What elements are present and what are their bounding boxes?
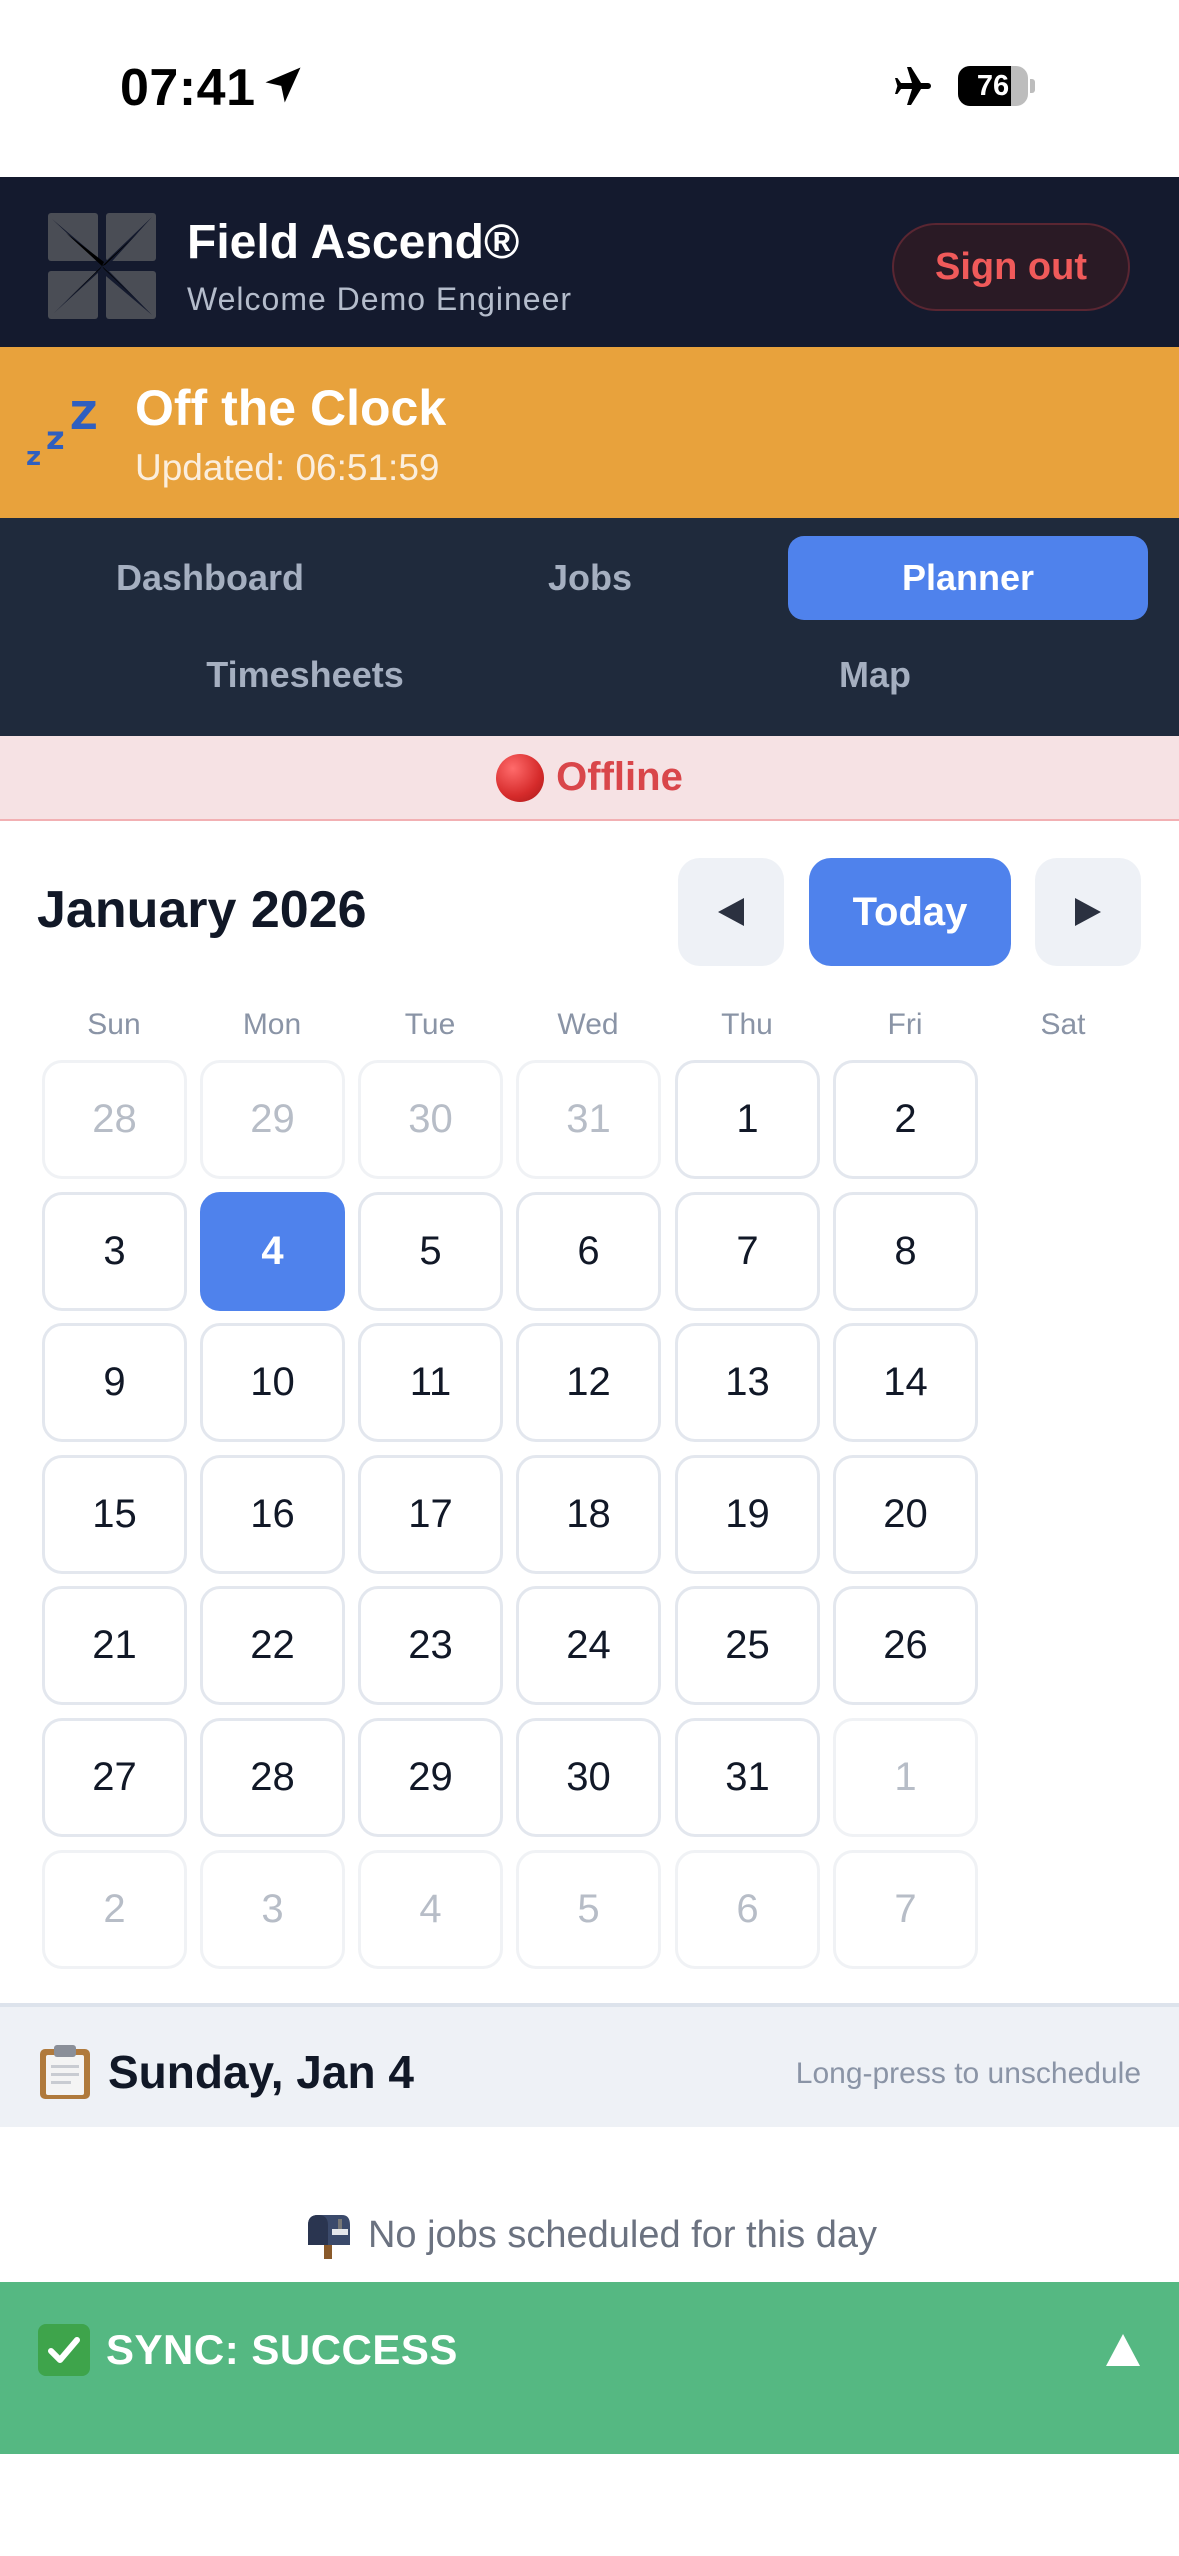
main-navigation: Dashboard Jobs Planner Timesheets Map bbox=[0, 518, 1179, 736]
svg-text:z: z bbox=[46, 419, 65, 457]
sync-status-label: SYNC: SUCCESS bbox=[106, 2326, 458, 2373]
calendar-day[interactable]: 17 bbox=[358, 1455, 503, 1574]
calendar-day[interactable]: 2 bbox=[42, 1850, 187, 1969]
app-logo bbox=[48, 213, 156, 319]
airplane-mode-icon bbox=[895, 67, 931, 105]
battery-indicator: 76 bbox=[958, 66, 1035, 106]
triangle-left-icon bbox=[718, 898, 744, 926]
check-mark-icon bbox=[38, 2324, 90, 2376]
calendar-day[interactable]: 11 bbox=[358, 1323, 503, 1442]
calendar-day[interactable]: 26 bbox=[833, 1586, 978, 1705]
weekday-header: Tue bbox=[404, 1008, 456, 1041]
calendar-day[interactable]: 29 bbox=[200, 1060, 345, 1179]
calendar-day[interactable]: 29 bbox=[358, 1718, 503, 1837]
welcome-message: Welcome Demo Engineer bbox=[187, 281, 573, 317]
clock-status-banner: z z Z Off the Clock Updated: 06:51:59 bbox=[0, 347, 1179, 518]
previous-month-button[interactable] bbox=[678, 858, 784, 966]
app-title: Field Ascend® bbox=[187, 216, 520, 269]
nav-tab-planner[interactable]: Planner bbox=[788, 536, 1148, 620]
calendar-day[interactable]: 2 bbox=[833, 1060, 978, 1179]
calendar-day[interactable]: 7 bbox=[675, 1192, 820, 1311]
clock-status-title: Off the Clock bbox=[135, 380, 447, 436]
expand-up-icon[interactable] bbox=[1104, 2332, 1142, 2368]
next-month-button[interactable] bbox=[1035, 858, 1141, 966]
connection-status-label: Offline bbox=[556, 755, 683, 799]
calendar-day[interactable]: 3 bbox=[42, 1192, 187, 1311]
nav-tab-map[interactable]: Map bbox=[590, 633, 1160, 717]
calendar-day[interactable]: 27 bbox=[42, 1718, 187, 1837]
weekday-header: Thu bbox=[721, 1008, 773, 1041]
calendar-day[interactable]: 28 bbox=[200, 1718, 345, 1837]
calendar-day[interactable]: 12 bbox=[516, 1323, 661, 1442]
nav-tab-timesheets[interactable]: Timesheets bbox=[20, 633, 590, 717]
sleeping-zzz-icon: z z Z bbox=[26, 399, 98, 469]
unschedule-hint: Long-press to unschedule bbox=[795, 2057, 1141, 2090]
calendar-day[interactable]: 24 bbox=[516, 1586, 661, 1705]
calendar-day[interactable]: 22 bbox=[200, 1586, 345, 1705]
calendar-day[interactable]: 5 bbox=[358, 1192, 503, 1311]
calendar-day[interactable]: 13 bbox=[675, 1323, 820, 1442]
weekday-header: Wed bbox=[557, 1008, 619, 1041]
today-button[interactable]: Today bbox=[809, 858, 1011, 966]
battery-level: 76 bbox=[976, 70, 1010, 102]
red-circle-icon bbox=[496, 753, 545, 802]
calendar-day[interactable]: 3 bbox=[200, 1850, 345, 1969]
calendar-day[interactable]: 6 bbox=[516, 1192, 661, 1311]
clock-updated-time: Updated: 06:51:59 bbox=[135, 447, 440, 488]
nav-tab-jobs[interactable]: Jobs bbox=[400, 536, 780, 620]
calendar-day[interactable]: 6 bbox=[675, 1850, 820, 1969]
app-header: Field Ascend® Welcome Demo Engineer Sign… bbox=[0, 177, 1179, 347]
svg-text:Z: Z bbox=[70, 399, 98, 438]
empty-state-message: No jobs scheduled for this day bbox=[367, 2213, 878, 2256]
calendar-day[interactable]: 10 bbox=[200, 1323, 345, 1442]
clipboard-icon bbox=[40, 2045, 90, 2099]
calendar-day[interactable]: 25 bbox=[675, 1586, 820, 1705]
calendar-day[interactable]: 9 bbox=[42, 1323, 187, 1442]
selected-day-header: Sunday, Jan 4 Long-press to unschedule bbox=[0, 2003, 1179, 2127]
calendar-day[interactable]: 7 bbox=[833, 1850, 978, 1969]
calendar-day[interactable]: 18 bbox=[516, 1455, 661, 1574]
calendar-day[interactable]: 19 bbox=[675, 1455, 820, 1574]
nav-tab-dashboard[interactable]: Dashboard bbox=[20, 536, 400, 620]
weekday-header: Fri bbox=[887, 1008, 923, 1041]
calendar-day[interactable]: 28 bbox=[42, 1060, 187, 1179]
calendar-day[interactable]: 1 bbox=[675, 1060, 820, 1179]
calendar-day[interactable]: 20 bbox=[833, 1455, 978, 1574]
triangle-right-icon bbox=[1075, 898, 1101, 926]
calendar-day[interactable]: 23 bbox=[358, 1586, 503, 1705]
calendar-day[interactable]: 31 bbox=[516, 1060, 661, 1179]
calendar-day[interactable]: 15 bbox=[42, 1455, 187, 1574]
empty-state: No jobs scheduled for this day bbox=[0, 2200, 1179, 2270]
calendar-day[interactable]: 31 bbox=[675, 1718, 820, 1837]
status-time: 07:41 bbox=[120, 59, 256, 117]
calendar-day[interactable]: 8 bbox=[833, 1192, 978, 1311]
sync-status-bar[interactable]: SYNC: SUCCESS bbox=[0, 2282, 1179, 2454]
calendar-day[interactable]: 14 bbox=[833, 1323, 978, 1442]
calendar-day-selected[interactable]: 4 bbox=[200, 1192, 345, 1311]
calendar-day[interactable]: 4 bbox=[358, 1850, 503, 1969]
calendar-day[interactable]: 5 bbox=[516, 1850, 661, 1969]
weekday-header: Mon bbox=[242, 1008, 302, 1041]
calendar-month-title: January 2026 bbox=[37, 881, 367, 939]
status-bar: 07:41 76 bbox=[0, 0, 1179, 177]
connection-status-banner: Offline bbox=[0, 736, 1179, 821]
calendar-day[interactable]: 16 bbox=[200, 1455, 345, 1574]
selected-day-title: Sunday, Jan 4 bbox=[108, 2046, 414, 2098]
calendar-day[interactable]: 1 bbox=[833, 1718, 978, 1837]
calendar-day[interactable]: 30 bbox=[358, 1060, 503, 1179]
sign-out-button[interactable]: Sign out bbox=[892, 223, 1130, 311]
location-arrow-icon bbox=[265, 67, 301, 103]
weekday-header: Sun bbox=[87, 1008, 141, 1041]
svg-text:z: z bbox=[26, 442, 41, 469]
weekday-header: Sat bbox=[1040, 1008, 1086, 1041]
mailbox-icon bbox=[307, 2215, 350, 2259]
calendar-day[interactable]: 30 bbox=[516, 1718, 661, 1837]
calendar-day[interactable]: 21 bbox=[42, 1586, 187, 1705]
